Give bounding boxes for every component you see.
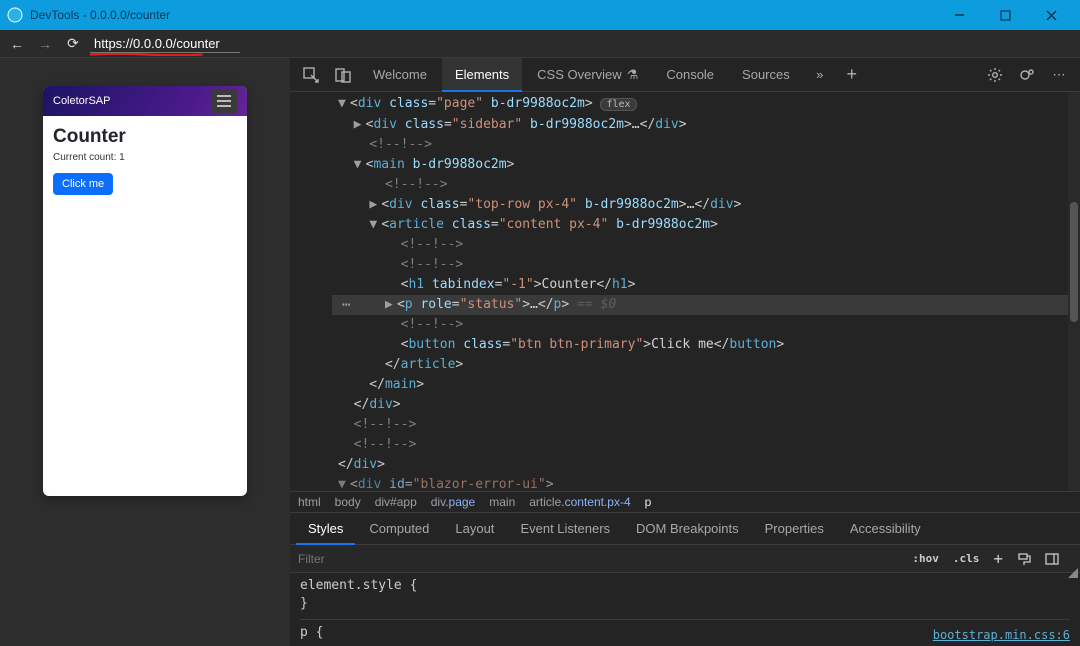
subtab-listeners[interactable]: Event Listeners [508, 513, 622, 545]
app-brand: ColetorSAP [53, 95, 110, 107]
style-rule-line: } [300, 595, 1070, 613]
close-button[interactable] [1028, 0, 1074, 30]
styles-filter-input[interactable] [290, 552, 905, 566]
crumb-p[interactable]: p [645, 495, 652, 509]
subtab-properties[interactable]: Properties [753, 513, 836, 545]
corner-indicator-icon [1066, 546, 1080, 572]
dom-line-selected[interactable]: ⋯ ▶<p role="status">…</p> == $0 [332, 295, 1068, 315]
crumb-html[interactable]: html [298, 495, 321, 509]
settings-gear-icon[interactable] [980, 61, 1010, 89]
new-tab-icon[interactable]: + [837, 61, 867, 89]
nav-toolbar: ← → ⟳ https://0.0.0.0/counter [0, 30, 1080, 58]
tab-welcome[interactable]: Welcome [360, 58, 440, 92]
new-style-icon[interactable]: + [986, 546, 1010, 572]
dom-line[interactable]: ▶<div class="top-row px-4" b-dr9988oc2m>… [332, 195, 1068, 215]
styles-tabbar: Styles Computed Layout Event Listeners D… [290, 513, 1080, 545]
styles-source-pane[interactable]: element.style { } p { bootstrap.min.css:… [290, 573, 1080, 646]
page-heading: Counter [53, 126, 237, 148]
row-actions-icon[interactable]: ⋯ [342, 295, 350, 315]
scrollbar[interactable] [1068, 92, 1080, 491]
app-navbar: ColetorSAP [43, 86, 247, 116]
url-display[interactable]: https://0.0.0.0/counter [90, 35, 240, 53]
crumb-body[interactable]: body [335, 495, 361, 509]
dom-line[interactable]: </main> [332, 375, 1068, 395]
dom-line[interactable]: <h1 tabindex="-1">Counter</h1> [332, 275, 1068, 295]
tab-elements[interactable]: Elements [442, 58, 522, 92]
dom-line[interactable]: </div> [332, 455, 1068, 475]
panel-toggle-icon[interactable] [1038, 546, 1066, 572]
underline-annotation [90, 53, 203, 56]
dom-line[interactable]: <!--!--> [332, 175, 1068, 195]
reload-button[interactable]: ⟳ [62, 33, 84, 55]
subtab-accessibility[interactable]: Accessibility [838, 513, 933, 545]
dom-line[interactable]: <!--!--> [332, 435, 1068, 455]
dom-line[interactable]: </div> [332, 395, 1068, 415]
breadcrumb[interactable]: html body div#app div.page main article.… [290, 491, 1080, 513]
hover-toggle[interactable]: :hov [905, 546, 946, 572]
styles-filter-bar: :hov .cls + [290, 545, 1080, 573]
device-toggle-icon[interactable] [328, 61, 358, 89]
hamburger-icon[interactable] [211, 89, 237, 113]
kebab-menu-icon[interactable]: ⋯ [1044, 61, 1074, 89]
dom-line[interactable]: <!--!--> [332, 415, 1068, 435]
elements-dom-tree[interactable]: ▼<div class="page" b-dr9988oc2m> flex ▶<… [290, 92, 1080, 491]
tab-css-overview[interactable]: CSS Overview⚗ [524, 58, 651, 92]
forward-button[interactable]: → [34, 33, 56, 55]
app-icon [6, 6, 24, 24]
device-preview-pane: ColetorSAP Counter Current count: 1 Clic… [0, 58, 290, 646]
minimize-button[interactable] [936, 0, 982, 30]
inspect-icon[interactable] [296, 61, 326, 89]
crumb-divpage[interactable]: div.page [431, 495, 475, 509]
crumb-divapp[interactable]: div#app [375, 495, 417, 509]
dom-line[interactable]: ▼<main b-dr9988oc2m> [332, 155, 1068, 175]
window-title: DevTools - 0.0.0.0/counter [30, 8, 936, 22]
dom-line[interactable]: </article> [332, 355, 1068, 375]
increment-button[interactable]: Click me [53, 173, 113, 195]
tab-console[interactable]: Console [653, 58, 727, 92]
dom-line[interactable]: <button class="btn btn-primary">Click me… [332, 335, 1068, 355]
maximize-button[interactable] [982, 0, 1028, 30]
dom-line[interactable]: ▶<div class="sidebar" b-dr9988oc2m>…</di… [332, 115, 1068, 135]
back-button[interactable]: ← [6, 33, 28, 55]
dom-line[interactable]: ▼<div class="page" b-dr9988oc2m> flex [332, 94, 1068, 115]
subtab-computed[interactable]: Computed [357, 513, 441, 545]
more-tabs-icon[interactable]: » [805, 61, 835, 89]
dom-line[interactable]: ▼<div id="blazor-error-ui"> [332, 475, 1068, 491]
flask-icon: ⚗ [627, 67, 639, 83]
dom-line[interactable]: ▼<article class="content px-4" b-dr9988o… [332, 215, 1068, 235]
counter-status: Current count: 1 [53, 152, 237, 163]
crumb-article[interactable]: article.content.px-4 [529, 495, 630, 509]
subtab-dombp[interactable]: DOM Breakpoints [624, 513, 751, 545]
feedback-icon[interactable] [1012, 61, 1042, 89]
tab-sources[interactable]: Sources [729, 58, 803, 92]
crumb-main[interactable]: main [489, 495, 515, 509]
paint-icon[interactable] [1010, 546, 1038, 572]
source-link[interactable]: bootstrap.min.css:6 [933, 626, 1070, 644]
dom-line[interactable]: <!--!--> [332, 255, 1068, 275]
subtab-layout[interactable]: Layout [443, 513, 506, 545]
dom-line[interactable]: <!--!--> [332, 235, 1068, 255]
devtools-tabbar: Welcome Elements CSS Overview⚗ Console S… [290, 58, 1080, 92]
dom-line[interactable]: <!--!--> [332, 315, 1068, 335]
device-frame: ColetorSAP Counter Current count: 1 Clic… [43, 86, 247, 496]
devtools-pane: Welcome Elements CSS Overview⚗ Console S… [290, 58, 1080, 646]
subtab-styles[interactable]: Styles [296, 513, 355, 545]
window-titlebar: DevTools - 0.0.0.0/counter [0, 0, 1080, 30]
style-rule-line: element.style { [300, 577, 1070, 595]
dom-line[interactable]: <!--!--> [332, 135, 1068, 155]
cls-toggle[interactable]: .cls [946, 546, 987, 572]
